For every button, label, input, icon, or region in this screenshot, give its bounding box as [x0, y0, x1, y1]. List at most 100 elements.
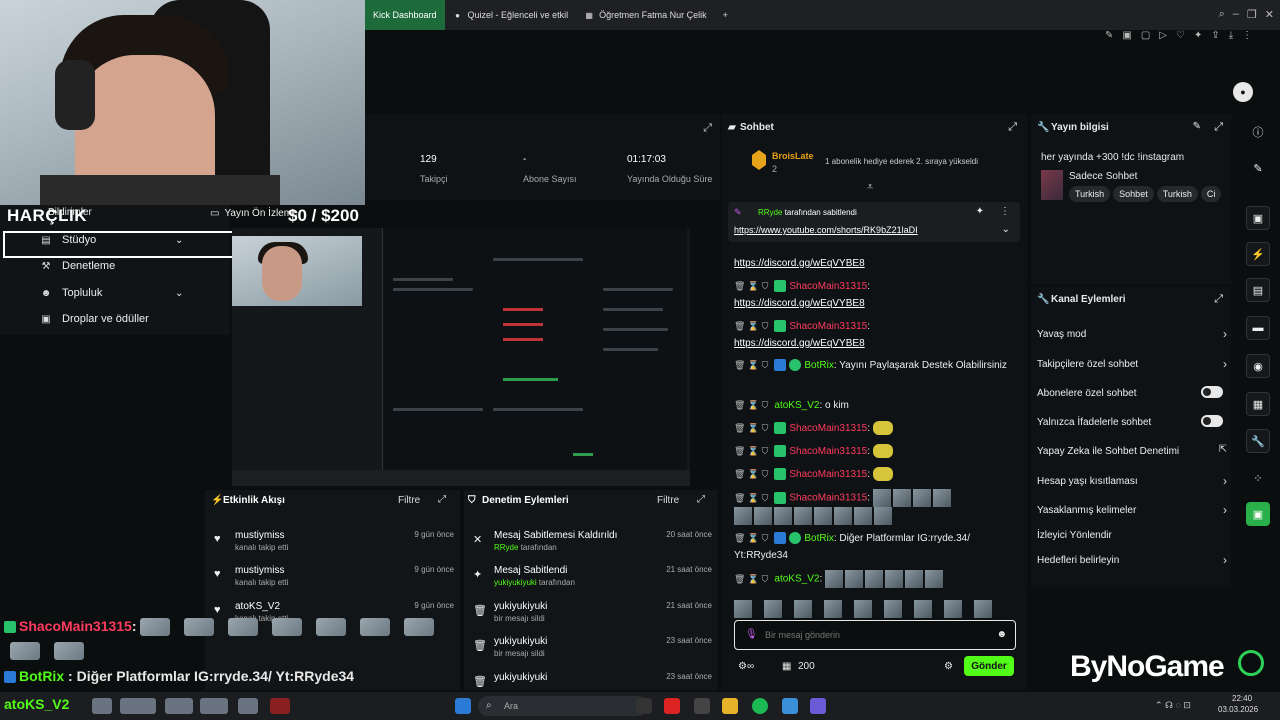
- search-icon[interactable]: ⌕: [1219, 8, 1225, 21]
- emote-only-toggle[interactable]: [1201, 415, 1223, 427]
- chat-user[interactable]: ShacoMain31315: [789, 469, 867, 480]
- chat-message[interactable]: 🗑 ⌛ ⛉ ShacoMain31315: https://discord.gg/w…: [734, 318, 1019, 352]
- chat-message[interactable]: 🗑 ⌛ ⛉ ShacoMain31315:: [734, 489, 1019, 525]
- emote[interactable]: [824, 600, 842, 618]
- account-age-option[interactable]: Hesap yaşı kısıtlaması ›: [1037, 474, 1227, 488]
- expand-icon[interactable]: ⤢: [1008, 121, 1017, 134]
- emote[interactable]: [734, 600, 752, 618]
- pinned-message[interactable]: ✎ RRyde tarafından sabitlendi https://ww…: [728, 202, 1020, 242]
- share-icon[interactable]: ⇪: [1211, 30, 1219, 46]
- mod-tools-icon[interactable]: 🗑 ⌛ ⛉: [734, 423, 768, 433]
- tag[interactable]: Sohbet: [1113, 186, 1154, 202]
- heart-icon[interactable]: ♡: [1176, 30, 1185, 46]
- tag[interactable]: Ci: [1200, 186, 1222, 202]
- expand-icon[interactable]: ⤢: [1214, 121, 1223, 134]
- clipboard-icon[interactable]: ▤: [1246, 278, 1270, 302]
- chat-user[interactable]: ShacoMain31315: [789, 493, 867, 504]
- chat-text[interactable]: https://discord.gg/wEqVYBE8: [734, 298, 865, 309]
- chat-input-box[interactable]: 🎙 ☻: [734, 620, 1016, 650]
- chat-message[interactable]: 🗑 ⌛ ⛉ ShacoMain31315:: [734, 420, 1019, 437]
- tab-quizel[interactable]: ● Quizel - Eğlenceli ve etkil: [445, 0, 577, 30]
- restore-icon[interactable]: ❐: [1247, 8, 1257, 21]
- camera-icon[interactable]: ▣: [1246, 206, 1270, 230]
- emote[interactable]: [974, 600, 992, 618]
- tag[interactable]: Turkish: [1156, 186, 1198, 202]
- banned-words-option[interactable]: Yasaklanmış kelimeler ›: [1037, 503, 1227, 517]
- emote[interactable]: [914, 600, 932, 618]
- emote[interactable]: [764, 600, 782, 618]
- edit-icon[interactable]: ✎: [1246, 156, 1270, 180]
- gear-icon[interactable]: ⚙: [944, 661, 953, 672]
- chat-user[interactable]: ShacoMain31315: [789, 446, 867, 457]
- download-icon[interactable]: ⤓: [1229, 30, 1233, 46]
- mod-tools-icon[interactable]: 🗑 ⌛ ⛉: [734, 360, 768, 370]
- wrench-icon[interactable]: 🔧: [1246, 429, 1270, 453]
- mod-tools-icon[interactable]: 🗑 ⌛ ⛉: [734, 400, 768, 410]
- tag[interactable]: Turkish: [1069, 186, 1111, 202]
- avatar[interactable]: ●: [1233, 82, 1253, 102]
- moderation-item[interactable]: 🗑 yukiyukiyuki bir mesajı sildi 21 saat …: [464, 596, 718, 630]
- collapse-icon[interactable]: ⩡: [867, 181, 873, 194]
- broadcast-icon[interactable]: ◉: [1246, 354, 1270, 378]
- subscribers-only-option[interactable]: Abonelere özel sohbet: [1037, 386, 1227, 399]
- emote[interactable]: [944, 600, 962, 618]
- chat-text[interactable]: https://discord.gg/wEqVYBE8: [734, 338, 865, 349]
- puzzle-icon[interactable]: ✦: [1194, 30, 1202, 46]
- apps-icon[interactable]: ⁘: [1246, 466, 1270, 490]
- slow-mode-option[interactable]: Yavaş mod ›: [1037, 327, 1227, 341]
- pin-icon[interactable]: ✦: [976, 206, 984, 217]
- expand-icon[interactable]: ⤢: [697, 494, 705, 505]
- followers-only-option[interactable]: Takipçilere özel sohbet ›: [1037, 357, 1227, 371]
- mod-tools-icon[interactable]: 🗑 ⌛ ⛉: [734, 574, 768, 584]
- emote-only-option[interactable]: Yalnızca İfadelerle sohbet: [1037, 415, 1227, 428]
- activity-item[interactable]: ♥ mustiymiss kanalı takip etti 9 gün önc…: [205, 525, 460, 559]
- emoji-icon[interactable]: ☻: [996, 629, 1007, 640]
- mod-tools-icon[interactable]: 🗑 ⌛ ⛉: [734, 533, 768, 543]
- moderation-item[interactable]: 🗑 yukiyukiyuki bir mesajı sildi 23 saat …: [464, 631, 718, 665]
- new-tab-button[interactable]: +: [715, 0, 736, 30]
- discord-icon[interactable]: [810, 698, 826, 714]
- mod-tools-icon[interactable]: 🗑 ⌛ ⛉: [734, 469, 768, 479]
- moderation-item[interactable]: ✕ Mesaj Sabitlemesi Kaldırıldı RRyde tar…: [464, 525, 718, 559]
- sidebar-item-moderation[interactable]: ⚒ Denetleme: [40, 260, 116, 272]
- tab-kick-dashboard[interactable]: Kick Dashboard: [365, 0, 445, 30]
- taskbar-search[interactable]: ⌕ Ara: [478, 696, 648, 716]
- chat-user[interactable]: ShacoMain31315: [789, 423, 867, 434]
- moderation-filter-button[interactable]: Filtre: [657, 495, 679, 506]
- extension-icon[interactable]: ▣: [1122, 30, 1131, 46]
- chat-message[interactable]: 🗑 ⌛ ⛉ ShacoMain31315:: [734, 466, 1019, 483]
- ai-moderation-option[interactable]: Yapay Zeka ile Sohbet Denetimi ⇱: [1037, 444, 1227, 457]
- expand-icon[interactable]: ⤢: [438, 494, 446, 505]
- chat-message[interactable]: 🗑 ⌛ ⛉ ShacoMain31315:: [734, 443, 1019, 460]
- moderation-item[interactable]: ✦ Mesaj Sabitlendi yukiyukiyuki tarafınd…: [464, 560, 718, 594]
- task-view-icon[interactable]: [636, 698, 652, 714]
- subscribers-only-toggle[interactable]: [1201, 386, 1223, 398]
- chat-text[interactable]: https://discord.gg/wEqVYBE8: [734, 258, 865, 269]
- chat-user[interactable]: BotRix: [804, 533, 833, 544]
- chat-message[interactable]: 🗑 ⌛ ⛉ ShacoMain31315: https://discord.gg/w…: [734, 278, 1019, 312]
- edit-icon[interactable]: ✎: [1193, 121, 1201, 132]
- send-button[interactable]: Gönder: [964, 656, 1014, 676]
- raid-option[interactable]: İzleyici Yönlendir: [1037, 530, 1227, 541]
- emote[interactable]: [794, 600, 812, 618]
- layout-icon[interactable]: ▦: [1246, 392, 1270, 416]
- emote[interactable]: [884, 600, 902, 618]
- close-icon[interactable]: ✕: [1265, 8, 1274, 21]
- sidebar-item-drops[interactable]: ▣ Droplar ve ödüller: [40, 313, 149, 325]
- tab-ogretmen[interactable]: ▦ Öğretmen Fatma Nur Çelik: [576, 0, 715, 30]
- pin-icon[interactable]: ✎: [1105, 30, 1113, 46]
- spotify-icon[interactable]: [752, 698, 768, 714]
- pinned-link[interactable]: https://www.youtube.com/shorts/RK9bZ21la…: [734, 225, 918, 235]
- mod-tools-icon[interactable]: 🗑 ⌛ ⛉: [734, 321, 768, 331]
- activity-filter-button[interactable]: Filtre: [398, 495, 420, 506]
- mod-tools-icon[interactable]: 🗑 ⌛ ⛉: [734, 493, 768, 503]
- chat-message[interactable]: 🗑 ⌛ ⛉ BotRix: Yayını Paylaşarak Destek Ol…: [734, 357, 1019, 374]
- chat-user[interactable]: atoKS_V2: [774, 574, 819, 585]
- chat-user[interactable]: ShacoMain31315: [789, 281, 867, 292]
- bookmark-icon[interactable]: ▢: [1141, 30, 1150, 46]
- tray-icons[interactable]: ⌃ ☊ ◌ ⊡: [1155, 700, 1191, 711]
- chat-user[interactable]: atoKS_V2: [774, 400, 819, 411]
- mod-tools-icon[interactable]: 🗑 ⌛ ⛉: [734, 446, 768, 456]
- chat-message[interactable]: 🗑 ⌛ ⛉ atoKS_V2: o kim: [734, 397, 1019, 414]
- lightning-icon[interactable]: ⚡: [1246, 242, 1270, 266]
